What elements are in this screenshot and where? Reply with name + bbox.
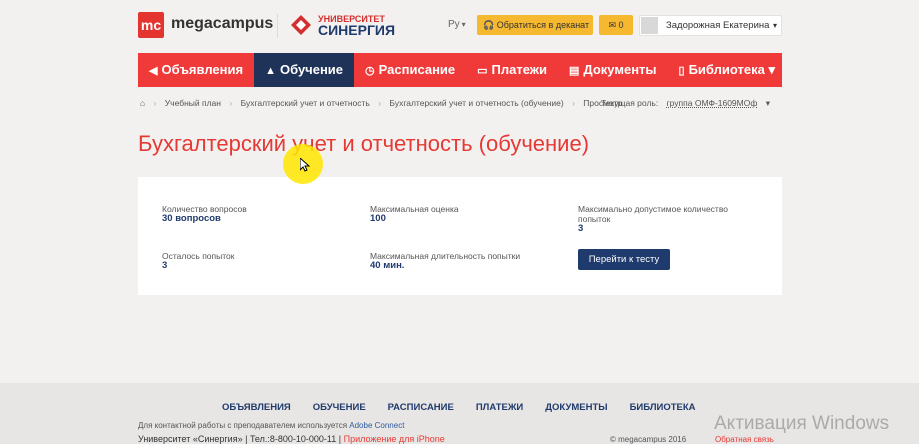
feedback-label: Обратная связь: [715, 435, 774, 444]
messages-button[interactable]: ✉ 0: [599, 15, 633, 35]
chevron-down-icon: ▾: [765, 98, 770, 108]
synergy-logo-text: УНИВЕРСИТЕТ СИНЕРГИЯ: [318, 14, 396, 38]
chevron-down-icon: ▾: [768, 62, 775, 77]
headset-icon: 🎧: [483, 20, 495, 30]
role-value: группа ОМФ-1609МОф: [666, 98, 758, 108]
nav-item-label: Платежи: [491, 62, 548, 77]
max-score-field: Максимальная оценка 100: [370, 204, 459, 224]
nav-item-label: Объявления: [161, 62, 244, 77]
nav-item-payments[interactable]: ▭ Платежи: [466, 53, 558, 87]
max-score-value: 100: [370, 213, 386, 224]
breadcrumb-separator: ›: [153, 98, 157, 108]
nav-item-label: Обучение: [279, 62, 344, 77]
max-duration-value: 40 мин.: [370, 260, 405, 271]
chevron-down-icon: ▾: [461, 20, 466, 29]
breadcrumb: ⌂ › Учебный план › Бухгалтерский учет и …: [140, 98, 782, 108]
footer-phone: Тел.:8-800-10-000-11: [249, 434, 337, 444]
max-duration-field: Максимальная длительность попытки 40 мин…: [370, 251, 520, 271]
footer-copyright: © megacampus 2016: [610, 435, 687, 444]
footer-contact: Для контактной работы с преподавателем и…: [138, 421, 404, 430]
card-icon: ▭: [477, 65, 488, 77]
footer: ОБЪЯВЛЕНИЯ ОБУЧЕНИЕ РАСПИСАНИЕ ПЛАТЕЖИ Д…: [0, 383, 919, 444]
attempts-left-label: Осталось попыток: [162, 251, 235, 261]
footer-link-schedule[interactable]: РАСПИСАНИЕ: [388, 402, 454, 413]
avatar: [641, 17, 658, 34]
max-attempts-value: 3: [578, 223, 584, 234]
language-selector[interactable]: Ру ▾: [448, 19, 466, 30]
header: mc megacampus УНИВЕРСИТЕТ СИНЕРГИЯ Ру ▾ 🎧…: [138, 12, 782, 40]
messages-count: 0: [618, 20, 624, 30]
breadcrumb-item[interactable]: Бухгалтерский учет и отчетность (обучени…: [389, 98, 563, 108]
role-label: Текущая роль:: [600, 98, 659, 108]
graduation-cap-icon: ▲: [265, 65, 276, 77]
mouse-pointer-icon: [300, 158, 310, 172]
nav-item-announcements[interactable]: ◀ Объявления: [138, 53, 254, 87]
contact-dean-label: Обратиться в деканат: [496, 20, 590, 30]
megaphone-icon: ◀: [149, 65, 158, 77]
footer-link-payments[interactable]: ПЛАТЕЖИ: [476, 402, 523, 413]
footer-contact-text: Для контактной работы с преподавателем и…: [138, 421, 348, 430]
nav-item-label: Документы: [583, 62, 657, 77]
breadcrumb-item[interactable]: Бухгалтерский учет и отчетность: [241, 98, 370, 108]
nav-item-documents[interactable]: ▤ Документы: [558, 53, 668, 87]
envelope-icon: ✉: [608, 20, 616, 30]
language-label: Ру: [448, 19, 460, 30]
user-name: Задорожная Екатерина: [666, 20, 770, 31]
chevron-down-icon: ▾: [772, 21, 777, 30]
breadcrumb-separator: ›: [572, 98, 575, 108]
footer-link-learning[interactable]: ОБУЧЕНИЕ: [313, 402, 366, 413]
footer-nav: ОБЪЯВЛЕНИЯ ОБУЧЕНИЕ РАСПИСАНИЕ ПЛАТЕЖИ Д…: [222, 402, 718, 413]
home-icon[interactable]: ⌂: [140, 98, 145, 108]
document-icon: ▤: [569, 65, 580, 77]
nav-item-learning[interactable]: ▲ Обучение: [254, 53, 355, 87]
clock-icon: ◷: [365, 65, 375, 77]
test-info-card: Количество вопросов 30 вопросов Максимал…: [138, 177, 782, 295]
synergy-line2: СИНЕРГИЯ: [318, 22, 396, 38]
attempts-left-field: Осталось попыток 3: [162, 251, 235, 271]
adobe-connect-link[interactable]: Adobe Connect: [349, 421, 404, 430]
footer-university: Университет «Синергия»: [138, 434, 243, 444]
feedback-link[interactable]: Обратная связь: [715, 435, 774, 444]
max-attempts-label: Максимально допустимое количество попыто…: [578, 204, 728, 224]
megacampus-logo-text[interactable]: megacampus: [171, 15, 273, 33]
contact-dean-button[interactable]: 🎧 Обратиться в деканат: [477, 15, 593, 35]
windows-activation-watermark: Активация Windows: [714, 413, 890, 434]
footer-link-library[interactable]: БИБЛИОТЕКА: [630, 402, 696, 413]
role-selector[interactable]: Текущая роль: группа ОМФ-1609МОф ▾: [601, 98, 776, 109]
main-nav: ◀ Объявления ▲ Обучение ◷ Расписание ▭ Плате…: [138, 53, 782, 87]
attempts-left-value: 3: [162, 260, 168, 271]
questions-value: 30 вопросов: [162, 213, 221, 224]
book-icon: ▯: [678, 65, 685, 77]
breadcrumb-separator: ›: [378, 98, 382, 108]
nav-item-label: Расписание: [378, 62, 456, 77]
page-title: Бухгалтерский учет и отчетность (обучени…: [138, 131, 590, 156]
start-test-button[interactable]: Перейти к тесту: [578, 249, 670, 270]
nav-item-library[interactable]: ▯ Библиотека ▾: [668, 53, 786, 87]
megacampus-logo-badge[interactable]: mc: [138, 12, 164, 38]
breadcrumb-separator: ›: [229, 98, 233, 108]
header-divider: [277, 14, 278, 38]
questions-field: Количество вопросов 30 вопросов: [162, 204, 247, 224]
iphone-app-link[interactable]: Приложение для iPhone: [344, 434, 445, 444]
max-attempts-field: Максимально допустимое количество попыто…: [578, 204, 748, 234]
nav-item-label: Библиотека: [688, 62, 765, 77]
footer-info: Университет «Синергия» | Тел.:8-800-10-0…: [138, 434, 445, 444]
nav-item-schedule[interactable]: ◷ Расписание: [354, 53, 466, 87]
footer-link-announcements[interactable]: ОБЪЯВЛЕНИЯ: [222, 402, 291, 413]
user-menu[interactable]: Задорожная Екатерина ▾: [639, 15, 782, 36]
breadcrumb-item[interactable]: Учебный план: [165, 98, 221, 108]
synergy-logo-icon: [291, 15, 311, 35]
footer-link-documents[interactable]: ДОКУМЕНТЫ: [545, 402, 607, 413]
